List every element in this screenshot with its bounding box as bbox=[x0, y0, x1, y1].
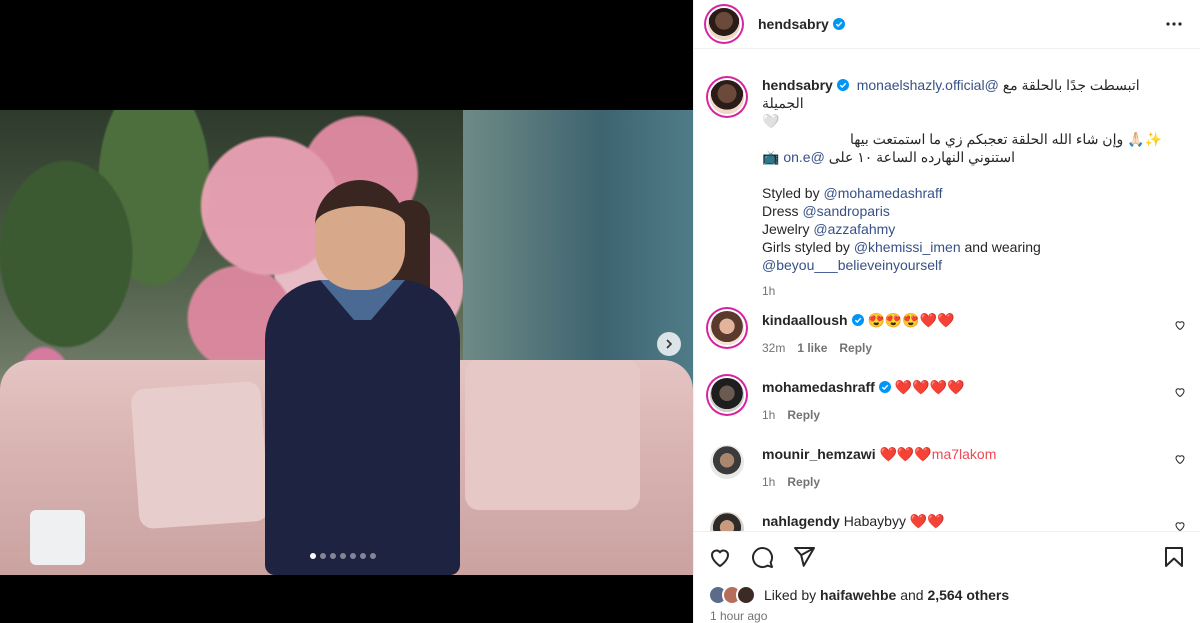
liked-by-user[interactable]: haifawehbe bbox=[820, 587, 896, 603]
verified-badge-icon bbox=[832, 18, 845, 30]
verified-badge-icon bbox=[851, 314, 864, 326]
comment-username[interactable]: mounir_hemzawi bbox=[762, 446, 876, 462]
carousel-dot[interactable] bbox=[330, 553, 336, 559]
caption-mention[interactable]: @mohamedashraff bbox=[823, 185, 942, 201]
carousel-dot[interactable] bbox=[320, 553, 326, 559]
pillow-left bbox=[130, 380, 270, 530]
bookmark-icon[interactable] bbox=[1162, 545, 1186, 569]
comment-time: 1h bbox=[762, 475, 776, 489]
like-heart-icon[interactable] bbox=[708, 545, 732, 569]
carousel-dot[interactable] bbox=[340, 553, 346, 559]
seated-woman bbox=[255, 180, 475, 575]
liker-avatars bbox=[708, 585, 756, 605]
carousel-dot[interactable] bbox=[370, 553, 376, 559]
caption-label: Styled by bbox=[762, 185, 820, 201]
post-photo[interactable] bbox=[0, 110, 693, 575]
comment-time: 32m bbox=[762, 341, 786, 355]
avatar[interactable] bbox=[710, 445, 744, 479]
caption-username[interactable]: hendsabry bbox=[762, 77, 833, 93]
caption-emoji: 🤍 bbox=[762, 113, 780, 129]
post-side-panel: hendsabry hendsabry monaelshazly.officia… bbox=[693, 0, 1200, 623]
liked-by-label: Liked by bbox=[764, 587, 817, 603]
header-username[interactable]: hendsabry bbox=[758, 16, 829, 32]
caption-mention[interactable]: @azzafahmy bbox=[813, 221, 895, 237]
carousel-dots bbox=[310, 553, 376, 559]
caption-mention[interactable]: @sandroparis bbox=[802, 203, 889, 219]
carousel-dot[interactable] bbox=[360, 553, 366, 559]
avatar bbox=[736, 585, 756, 605]
avatar[interactable] bbox=[710, 378, 744, 412]
reply-button[interactable]: Reply bbox=[839, 341, 872, 355]
comment-text: 😍😍😍❤️❤️ bbox=[867, 312, 955, 328]
comment-time: 1h bbox=[762, 408, 776, 422]
comment-username[interactable]: nahlagendy bbox=[762, 513, 840, 529]
comment-text: ❤️❤️❤️ma7lakom bbox=[879, 446, 997, 462]
verified-badge-icon bbox=[836, 79, 849, 91]
likes-others[interactable]: 2,564 others bbox=[927, 587, 1009, 603]
comment-icon[interactable] bbox=[750, 545, 774, 569]
and-label: and bbox=[900, 587, 924, 603]
carousel-dot[interactable] bbox=[310, 553, 316, 559]
heart-outline-icon[interactable] bbox=[1174, 453, 1186, 465]
verified-badge-icon bbox=[878, 381, 891, 393]
post-time[interactable]: 1 hour ago bbox=[710, 609, 767, 623]
heart-outline-icon[interactable] bbox=[1174, 319, 1186, 331]
caption-label: and wearing bbox=[964, 239, 1041, 255]
chevron-right-icon bbox=[666, 339, 673, 349]
share-icon[interactable] bbox=[792, 545, 816, 569]
caption-label: Girls styled by bbox=[762, 239, 850, 255]
avatar[interactable] bbox=[710, 80, 744, 114]
caption-line-3: استنوني النهارده الساعة ١٠ على bbox=[828, 149, 1016, 165]
post-actions-bar bbox=[694, 531, 1200, 581]
more-horizontal-icon bbox=[1166, 22, 1182, 26]
comment-text: Habaybyy ❤️❤️ bbox=[843, 513, 945, 529]
tv-icon: 📺 bbox=[762, 149, 780, 165]
comments-list[interactable]: hendsabry monaelshazly.official@ اتبسطت … bbox=[694, 49, 1200, 531]
avatar[interactable] bbox=[708, 8, 740, 40]
carousel-next-button[interactable] bbox=[657, 332, 681, 356]
comment-username[interactable]: kindaalloush bbox=[762, 312, 848, 328]
reply-button[interactable]: Reply bbox=[787, 475, 820, 489]
carousel-dot[interactable] bbox=[350, 553, 356, 559]
reply-button[interactable]: Reply bbox=[787, 408, 820, 422]
comment-username[interactable]: mohamedashraff bbox=[762, 379, 875, 395]
caption-label: Jewelry bbox=[762, 221, 810, 237]
post-header: hendsabry bbox=[694, 0, 1200, 49]
caption-mention[interactable]: on.e@ bbox=[783, 149, 824, 165]
caption-mention[interactable]: monaelshazly.official@ bbox=[857, 77, 999, 93]
mug bbox=[30, 510, 85, 565]
caption-mention[interactable]: @khemissi_imen bbox=[854, 239, 961, 255]
comment-text: ❤️❤️❤️❤️ bbox=[894, 379, 965, 395]
heart-outline-icon[interactable] bbox=[1174, 386, 1186, 398]
avatar[interactable] bbox=[710, 512, 744, 531]
likes-summary: Liked by haifawehbe and 2,564 others bbox=[708, 585, 1009, 605]
heart-outline-icon[interactable] bbox=[1174, 520, 1186, 531]
caption-time: 1h bbox=[762, 284, 776, 298]
more-options-button[interactable] bbox=[1164, 14, 1184, 34]
pillow-right bbox=[465, 360, 640, 510]
comment-likes[interactable]: 1 like bbox=[797, 341, 827, 355]
caption-label: Dress bbox=[762, 203, 799, 219]
avatar[interactable] bbox=[710, 311, 744, 345]
caption-mention[interactable]: @beyou___believeinyourself bbox=[762, 257, 942, 273]
caption-line-2: ✨🙏🏻 وإن شاء الله الحلقة تعجبكم زي ما است… bbox=[849, 131, 1162, 147]
post-media-panel bbox=[0, 0, 693, 623]
